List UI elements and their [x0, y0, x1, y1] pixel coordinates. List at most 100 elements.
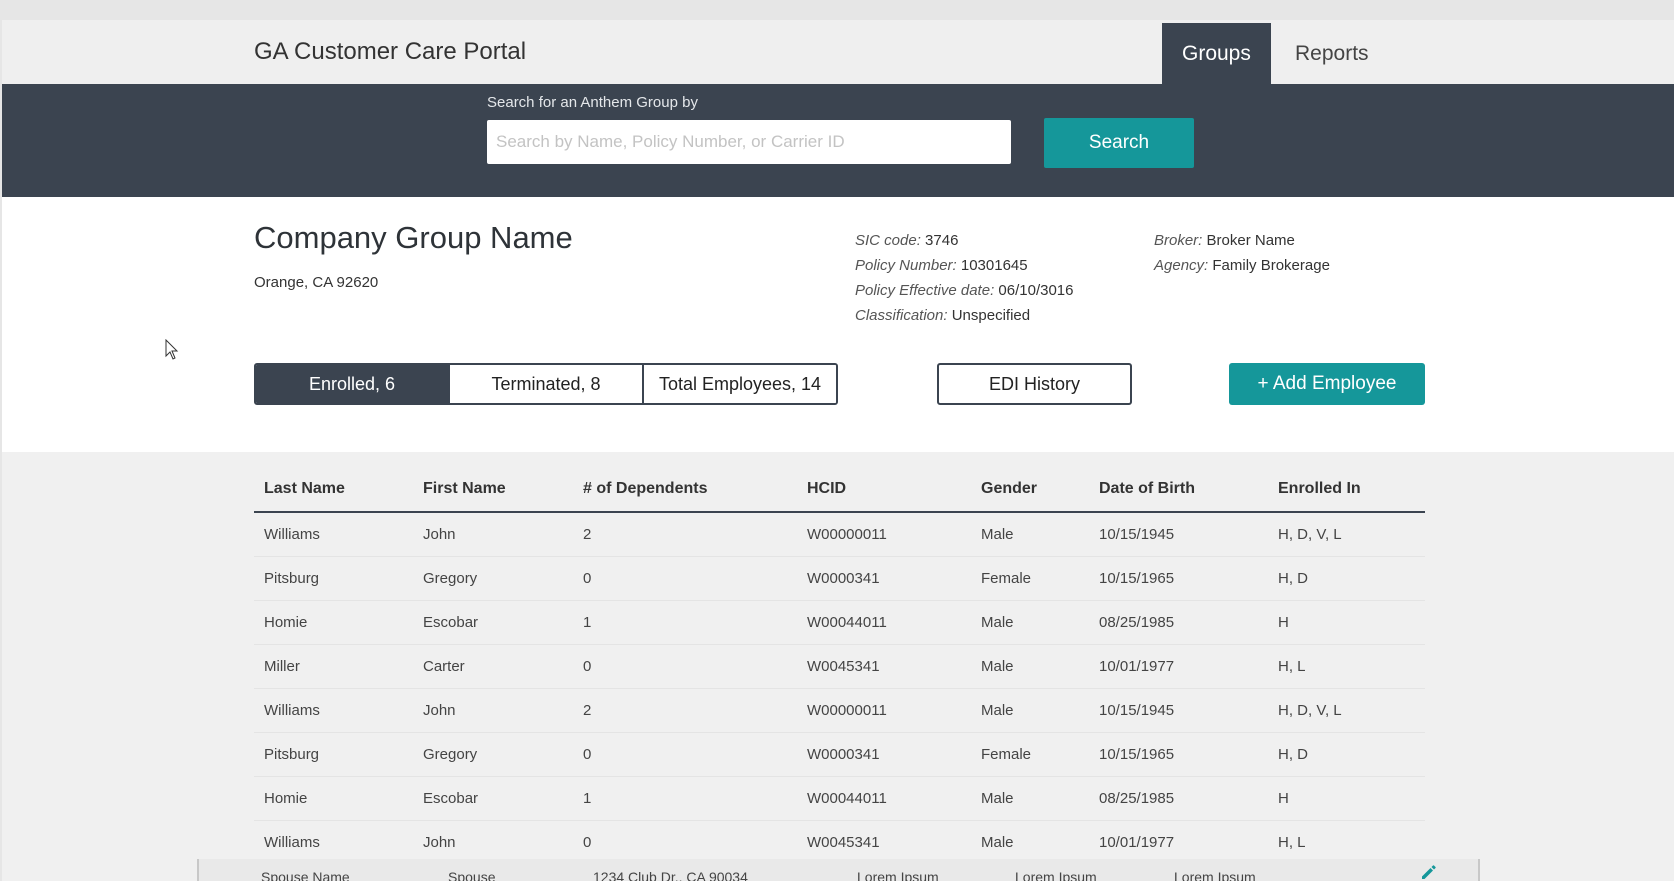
cell-gender: Male	[981, 658, 1014, 675]
cell-enrolled-in: H, D, V, L	[1278, 526, 1342, 543]
sic-code-row: SIC code: 3746	[855, 228, 1073, 253]
cell-hcid: W00000011	[807, 702, 887, 719]
broker-row: Broker: Broker Name	[1154, 228, 1330, 253]
cell-first-name: John	[423, 834, 456, 851]
cell-date-of-birth: 08/25/1985	[1099, 790, 1175, 807]
tab-reports[interactable]: Reports	[1275, 23, 1389, 84]
policy-number-row: Policy Number: 10301645	[855, 253, 1073, 278]
cell-gender: Female	[981, 746, 1032, 763]
cell-enrolled-in: H	[1278, 790, 1289, 807]
cell-enrolled-in: H, D, V, L	[1278, 702, 1342, 719]
dependent-relationship: Spouse	[448, 869, 496, 881]
table-row[interactable]: Homie Escobar 1 W00044011 Male 08/25/1985 H	[254, 777, 1425, 821]
cell-last-name: Pitsburg	[264, 570, 320, 587]
search-band: Search for an Anthem Group by Search	[2, 84, 1674, 197]
cell-first-name: Escobar	[423, 614, 479, 631]
cell-last-name: Williams	[264, 526, 320, 543]
cell-last-name: Williams	[264, 834, 320, 851]
cell-enrolled-in: H, D	[1278, 746, 1308, 763]
filter-enrolled-button[interactable]: Enrolled, 6	[256, 365, 448, 403]
column-header-gender[interactable]: Gender	[971, 480, 1089, 511]
cell-first-name: Carter	[423, 658, 465, 675]
column-header-enrolled-in[interactable]: Enrolled In	[1268, 480, 1425, 511]
app-window: GA Customer Care Portal Groups Reports S…	[2, 20, 1674, 881]
cell-date-of-birth: 10/15/1945	[1099, 526, 1175, 543]
classification-label: Classification:	[855, 307, 948, 324]
filter-total-employees-button[interactable]: Total Employees, 14	[642, 365, 836, 403]
search-button[interactable]: Search	[1044, 118, 1194, 168]
cell-date-of-birth: 10/15/1965	[1099, 746, 1175, 763]
group-name: Company Group Name	[254, 220, 573, 255]
cell-enrolled-in: H, L	[1278, 658, 1306, 675]
cell-date-of-birth: 10/01/1977	[1099, 658, 1175, 675]
classification-value: Unspecified	[951, 307, 1031, 324]
cell-gender: Male	[981, 526, 1014, 543]
column-header-last-name[interactable]: Last Name	[254, 480, 413, 511]
search-label: Search for an Anthem Group by	[487, 94, 698, 111]
cell-first-name: John	[423, 702, 456, 719]
broker-label: Broker:	[1154, 232, 1203, 249]
cell-last-name: Miller	[264, 658, 300, 675]
agency-row: Agency: Family Brokerage	[1154, 253, 1330, 278]
cell-last-name: Pitsburg	[264, 746, 320, 763]
table-body: Williams John 2 W00000011 Male 10/15/1945 H, D…	[254, 513, 1425, 865]
table-row[interactable]: Miller Carter 0 W0045341 Male 10/01/1977 H, L	[254, 645, 1425, 689]
top-header: GA Customer Care Portal Groups Reports	[2, 20, 1674, 84]
search-input[interactable]	[487, 120, 1011, 164]
table-row[interactable]: Homie Escobar 1 W00044011 Male 08/25/1985 H	[254, 601, 1425, 645]
agency-label: Agency:	[1154, 257, 1209, 274]
cell-dependents: 0	[583, 834, 592, 851]
cell-last-name: Homie	[264, 614, 308, 631]
dependent-row: Spouse Name Spouse 1234 Club Dr., CA 900…	[197, 859, 1480, 881]
cell-enrolled-in: H, D	[1278, 570, 1308, 587]
policy-number-value: 10301645	[960, 257, 1028, 274]
column-header-date-of-birth[interactable]: Date of Birth	[1089, 480, 1268, 511]
pencil-icon[interactable]	[1420, 863, 1438, 881]
dependent-address: 1234 Club Dr., CA 90034	[593, 869, 748, 881]
table-row[interactable]: Pitsburg Gregory 0 W0000341 Female 10/15/1965…	[254, 733, 1425, 777]
tab-groups[interactable]: Groups	[1162, 23, 1271, 84]
dependent-name: Spouse Name	[261, 869, 350, 881]
employee-table-area: Last Name First Name # of Dependents HCI…	[2, 452, 1674, 881]
edi-history-button[interactable]: EDI History	[937, 363, 1132, 405]
cell-first-name: John	[423, 526, 456, 543]
cell-date-of-birth: 10/15/1945	[1099, 702, 1175, 719]
policy-effective-date-value: 06/10/3016	[998, 282, 1074, 299]
cell-hcid: W0000341	[807, 570, 880, 587]
cell-hcid: W00044011	[807, 614, 887, 631]
cell-gender: Female	[981, 570, 1032, 587]
cell-hcid: W0045341	[807, 658, 880, 675]
column-header-dependents[interactable]: # of Dependents	[573, 480, 797, 511]
table-row[interactable]: Pitsburg Gregory 0 W0000341 Female 10/15/1965…	[254, 557, 1425, 601]
cell-gender: Male	[981, 702, 1014, 719]
cell-gender: Male	[981, 834, 1014, 851]
cell-dependents: 2	[583, 702, 592, 719]
column-header-first-name[interactable]: First Name	[413, 480, 573, 511]
sic-code-value: 3746	[925, 232, 959, 249]
cell-gender: Male	[981, 790, 1014, 807]
cell-hcid: W00044011	[807, 790, 887, 807]
cell-dependents: 0	[583, 658, 592, 675]
sic-code-label: SIC code:	[855, 232, 921, 249]
cell-dependents: 1	[583, 790, 592, 807]
cell-date-of-birth: 10/15/1965	[1099, 570, 1175, 587]
cell-first-name: Gregory	[423, 746, 478, 763]
cell-enrolled-in: H, L	[1278, 834, 1306, 851]
filter-terminated-button[interactable]: Terminated, 8	[448, 365, 642, 403]
cell-dependents: 2	[583, 526, 592, 543]
table-row[interactable]: Williams John 2 W00000011 Male 10/15/1945 H, D…	[254, 513, 1425, 557]
policy-details: SIC code: 3746 Policy Number: 10301645 P…	[855, 228, 1073, 328]
broker-value: Broker Name	[1206, 232, 1295, 249]
table-row[interactable]: Williams John 2 W00000011 Male 10/15/1945 H, D…	[254, 689, 1425, 733]
add-employee-button[interactable]: + Add Employee	[1229, 363, 1425, 405]
cell-dependents: 0	[583, 570, 592, 587]
employee-table: Last Name First Name # of Dependents HCI…	[254, 452, 1425, 865]
column-header-hcid[interactable]: HCID	[797, 480, 971, 511]
agency-value: Family Brokerage	[1212, 257, 1330, 274]
cell-hcid: W0045341	[807, 834, 880, 851]
cell-first-name: Gregory	[423, 570, 478, 587]
mouse-cursor-icon	[165, 339, 179, 360]
cell-enrolled-in: H	[1278, 614, 1289, 631]
policy-number-label: Policy Number:	[855, 257, 957, 274]
cell-dependents: 1	[583, 614, 592, 631]
